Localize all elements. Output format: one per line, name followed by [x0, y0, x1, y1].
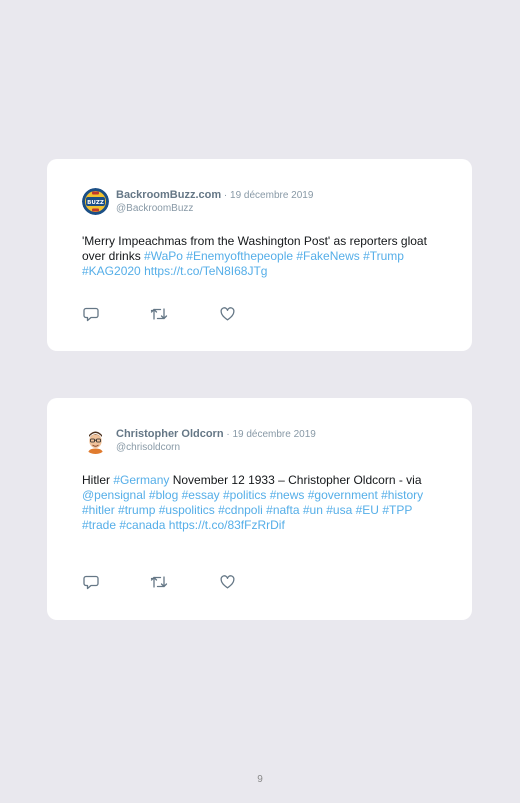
tweet-text: 'Merry Impeachmas from the Washington Po…: [82, 234, 437, 279]
tweet-text: Hitler #Germany November 12 1933 – Chris…: [82, 473, 437, 533]
hashtag-link[interactable]: #blog: [149, 488, 178, 502]
retweet-button[interactable]: [150, 574, 168, 590]
hashtag-link[interactable]: #trade: [82, 518, 116, 532]
reply-icon: [83, 575, 99, 589]
hashtag-link[interactable]: #FakeNews: [296, 249, 359, 263]
like-button[interactable]: [218, 574, 236, 590]
svg-text:BUZZ: BUZZ: [87, 200, 104, 206]
reply-icon: [83, 307, 99, 321]
tweet-link[interactable]: https://t.co/83fFzRrDif: [169, 518, 285, 532]
tweet-meta: Christopher Oldcorn · 19 décembre 2019 @…: [116, 426, 316, 454]
hashtag-link[interactable]: #essay: [182, 488, 220, 502]
author-name[interactable]: Christopher Oldcorn: [116, 428, 224, 440]
tweet-actions: [82, 306, 236, 322]
tweet-meta: BackroomBuzz.com · 19 décembre 2019 @Bac…: [116, 187, 313, 215]
tweet-card[interactable]: Christopher Oldcorn · 19 décembre 2019 @…: [47, 398, 472, 620]
hashtag-link[interactable]: #trump: [118, 503, 155, 517]
tweet-text-segment: November 12 1933 – Christopher Oldcorn -…: [169, 473, 422, 487]
tweet-card[interactable]: BUZZ BackroomBuzz.com · 19 décembre 2019…: [47, 159, 472, 351]
tweet-header: Christopher Oldcorn · 19 décembre 2019 @…: [82, 426, 316, 454]
avatar[interactable]: BUZZ: [82, 188, 109, 215]
heart-icon: [220, 307, 234, 321]
hashtag-link[interactable]: #TPP: [382, 503, 412, 517]
retweet-button[interactable]: [150, 306, 168, 322]
reply-button[interactable]: [82, 574, 100, 590]
heart-icon: [220, 575, 234, 589]
tweet-link[interactable]: https://t.co/TeN8I68JTg: [144, 264, 267, 278]
hashtag-link[interactable]: #canada: [119, 518, 165, 532]
tweet-date[interactable]: 19 décembre 2019: [230, 190, 313, 201]
hashtag-link[interactable]: #hitler: [82, 503, 115, 517]
hashtag-link[interactable]: #history: [381, 488, 423, 502]
hashtag-link[interactable]: #Trump: [363, 249, 404, 263]
tweet-header: BUZZ BackroomBuzz.com · 19 décembre 2019…: [82, 187, 313, 215]
hashtag-link[interactable]: #usa: [326, 503, 352, 517]
reply-button[interactable]: [82, 306, 100, 322]
tweet-date[interactable]: 19 décembre 2019: [232, 429, 315, 440]
author-handle[interactable]: @BackroomBuzz: [116, 202, 313, 215]
hashtag-link[interactable]: #politics: [223, 488, 266, 502]
hashtag-link[interactable]: #uspolitics: [159, 503, 215, 517]
like-button[interactable]: [218, 306, 236, 322]
page-number: 9: [257, 774, 263, 785]
hashtag-link[interactable]: #KAG2020: [82, 264, 141, 278]
retweet-icon: [150, 576, 168, 588]
hashtag-link[interactable]: #cdnpoli: [218, 503, 263, 517]
avatar[interactable]: [82, 427, 109, 454]
hashtag-link[interactable]: #WaPo: [144, 249, 183, 263]
hashtag-link[interactable]: #news: [270, 488, 305, 502]
tweet-text-segment: Hitler: [82, 473, 114, 487]
hashtag-link[interactable]: #Germany: [113, 473, 169, 487]
separator: ·: [221, 190, 231, 201]
tweet-actions: [82, 574, 236, 590]
hashtag-link[interactable]: #EU: [356, 503, 379, 517]
hashtag-link[interactable]: #government: [308, 488, 378, 502]
hashtag-link[interactable]: #Enemyofthepeople: [186, 249, 293, 263]
name-line: BackroomBuzz.com · 19 décembre 2019: [116, 187, 313, 202]
retweet-icon: [150, 308, 168, 320]
hashtag-link[interactable]: #nafta: [266, 503, 299, 517]
mention-link[interactable]: @pensignal: [82, 488, 146, 502]
author-handle[interactable]: @chrisoldcorn: [116, 441, 316, 454]
hashtag-link[interactable]: #un: [303, 503, 323, 517]
author-name[interactable]: BackroomBuzz.com: [116, 189, 221, 201]
name-line: Christopher Oldcorn · 19 décembre 2019: [116, 426, 316, 441]
